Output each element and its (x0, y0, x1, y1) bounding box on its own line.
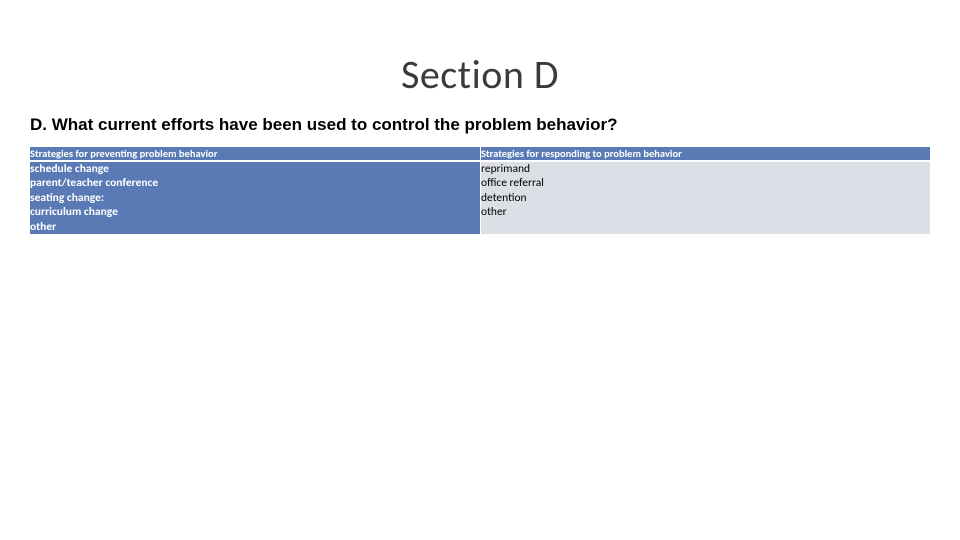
page-title: Section D (30, 0, 930, 99)
list-item: reprimand (481, 162, 930, 176)
col-header-responding: Strategies for responding to problem beh… (480, 147, 930, 160)
strategies-table: Strategies for preventing problem behavi… (30, 147, 930, 234)
table-header-row: Strategies for preventing problem behavi… (30, 147, 930, 160)
list-item: office referral (481, 176, 930, 190)
table-body-row: schedule change parent/teacher conferenc… (30, 160, 930, 234)
list-item: other (481, 205, 930, 219)
list-item: other (30, 220, 480, 234)
slide: Section D D. What current efforts have b… (0, 0, 960, 540)
section-question: D. What current efforts have been used t… (30, 115, 930, 135)
col-header-preventing: Strategies for preventing problem behavi… (30, 147, 480, 160)
list-item: seating change: (30, 191, 480, 205)
cell-responding-strategies: reprimand office referral detention othe… (480, 160, 930, 234)
list-item: curriculum change (30, 205, 480, 219)
cell-preventing-strategies: schedule change parent/teacher conferenc… (30, 160, 480, 234)
list-item: parent/teacher conference (30, 176, 480, 190)
list-item: detention (481, 191, 930, 205)
list-item: schedule change (30, 162, 480, 176)
